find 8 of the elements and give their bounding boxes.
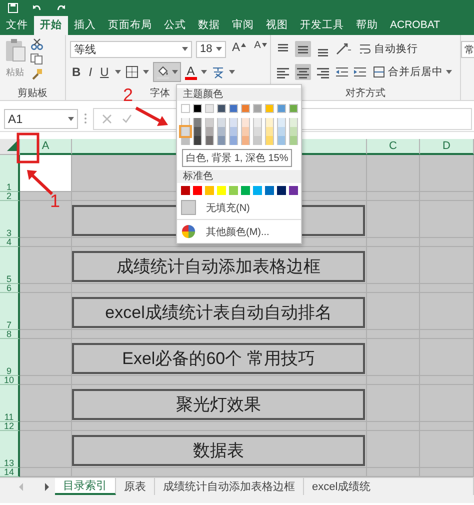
group-label: 对齐方式 bbox=[345, 86, 386, 100]
annotation-number: 1 bbox=[50, 192, 60, 210]
group-label: 字体 bbox=[150, 86, 170, 100]
group-label: 剪贴板 bbox=[18, 86, 48, 100]
tooltip: 白色, 背景 1, 深色 15% bbox=[182, 149, 292, 167]
annotation-number: 2 bbox=[123, 86, 134, 104]
section-title: 主题颜色 bbox=[177, 88, 301, 101]
section-title: 标准色 bbox=[177, 170, 301, 183]
